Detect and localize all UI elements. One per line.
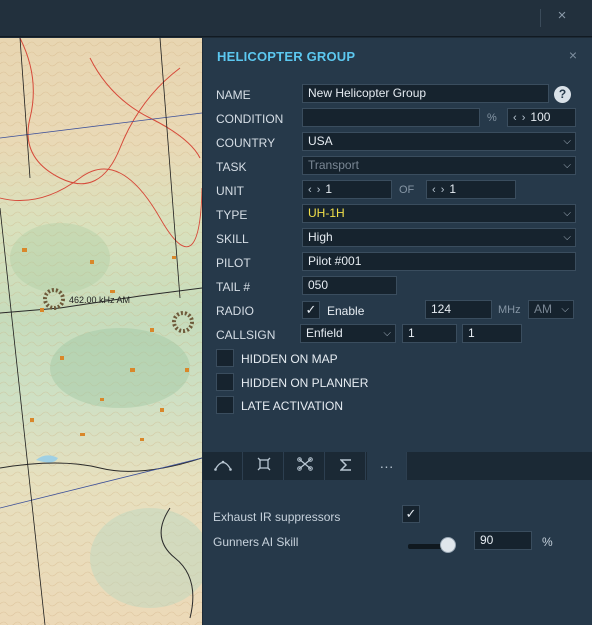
name-input[interactable]: New Helicopter Group: [302, 84, 549, 103]
tab-route[interactable]: [203, 452, 243, 480]
panel-tab-bar: ···: [203, 452, 592, 480]
hidden-on-planner-label: HIDDEN ON PLANNER: [241, 376, 369, 390]
task-value: Transport: [308, 158, 359, 172]
hidden-on-map-label: HIDDEN ON MAP: [241, 352, 338, 366]
top-bar-divider: [540, 9, 541, 27]
callsign-name-select[interactable]: Enfield ⌵: [300, 324, 396, 343]
tail-input[interactable]: 050: [302, 276, 397, 295]
country-select[interactable]: USA ⌵: [302, 132, 576, 151]
tail-label: TAIL #: [216, 280, 251, 294]
radio-unit-label: MHz: [498, 304, 521, 316]
helicopter-group-panel: HELICOPTER GROUP × NAME New Helicopter G…: [203, 38, 592, 625]
condition-percent-stepper[interactable]: ‹ › 100: [507, 108, 576, 127]
window-close-icon[interactable]: ×: [553, 7, 571, 25]
panel-close-icon[interactable]: ×: [565, 47, 581, 63]
unit-label: UNIT: [216, 184, 244, 198]
checkmark-icon: ✓: [405, 506, 417, 521]
top-bar: ×: [0, 0, 592, 37]
type-label: TYPE: [216, 208, 248, 222]
radio-enable-label: Enable: [327, 304, 365, 318]
task-select[interactable]: Transport ⌵: [302, 156, 576, 175]
gunners-ai-skill-label: Gunners AI Skill: [213, 535, 299, 549]
callsign-number2-input[interactable]: 1: [462, 324, 522, 343]
type-value: UH-1H: [308, 206, 345, 220]
skill-select[interactable]: High ⌵: [302, 228, 576, 247]
chevron-down-icon: ⌵: [563, 232, 571, 243]
unit-stepper[interactable]: ‹ › 1: [302, 180, 392, 199]
callsign-label: CALLSIGN: [216, 328, 276, 342]
type-select[interactable]: UH-1H ⌵: [302, 204, 576, 223]
chevron-down-icon: ⌵: [563, 160, 571, 171]
chevron-down-icon: ⌵: [563, 136, 571, 147]
condition-percent-value: 100: [530, 110, 551, 124]
unit-of-label: OF: [399, 184, 415, 196]
tab-payload[interactable]: [285, 452, 325, 480]
radio-modulation-select[interactable]: AM ⌵: [528, 300, 574, 319]
chevron-down-icon: ⌵: [561, 304, 569, 315]
condition-percent-sign: %: [487, 112, 497, 124]
pilot-label: PILOT: [216, 256, 251, 270]
radio-label: RADIO: [216, 304, 255, 318]
country-value: USA: [308, 134, 333, 148]
late-activation-label: LATE ACTIVATION: [241, 399, 344, 413]
payload-icon: [296, 457, 313, 471]
skill-label: SKILL: [216, 232, 249, 246]
tab-summary[interactable]: [326, 452, 366, 480]
condition-input[interactable]: [302, 108, 480, 127]
summary-icon: [338, 459, 351, 471]
help-icon[interactable]: ?: [554, 86, 571, 103]
hidden-on-planner-checkbox[interactable]: [216, 373, 234, 391]
gunners-skill-input[interactable]: 90: [474, 531, 532, 550]
route-icon: [213, 460, 232, 471]
more-icon: ···: [379, 458, 394, 474]
pilot-input[interactable]: Pilot #001: [302, 252, 576, 271]
map-view[interactable]: 462.00 kHz AM: [0, 38, 202, 625]
late-activation-checkbox[interactable]: [216, 396, 234, 414]
target-icon: [257, 457, 270, 471]
checkmark-icon: ✓: [305, 302, 317, 317]
hidden-on-map-checkbox[interactable]: [216, 349, 234, 367]
tab-targets[interactable]: [244, 452, 284, 480]
skill-value: High: [308, 230, 333, 244]
unit-current-value: 1: [325, 182, 333, 196]
condition-label: CONDITION: [216, 112, 284, 126]
radio-enable-checkbox[interactable]: ✓: [302, 301, 320, 319]
radio-frequency-input[interactable]: 124: [425, 300, 492, 319]
callsign-number1-input[interactable]: 1: [402, 324, 457, 343]
stepper-arrows-icon[interactable]: ‹ ›: [432, 184, 445, 196]
task-label: TASK: [216, 160, 247, 174]
exhaust-ir-label: Exhaust IR suppressors: [213, 510, 341, 524]
unit-total-value: 1: [449, 182, 457, 196]
stepper-arrows-icon[interactable]: ‹ ›: [308, 184, 321, 196]
chevron-down-icon: ⌵: [563, 208, 571, 219]
country-label: COUNTRY: [216, 136, 276, 150]
gunners-skill-slider-handle[interactable]: [440, 537, 456, 553]
terrain-map[interactable]: 462.00 kHz AM: [0, 38, 202, 625]
gunners-skill-percent: %: [542, 535, 553, 549]
chevron-down-icon: ⌵: [383, 328, 391, 339]
name-label: NAME: [216, 88, 251, 102]
map-marker-label: 462.00 kHz AM: [69, 295, 130, 305]
panel-title: HELICOPTER GROUP: [217, 49, 356, 64]
unit-total-stepper[interactable]: ‹ › 1: [426, 180, 516, 199]
stepper-arrows-icon[interactable]: ‹ ›: [513, 112, 526, 124]
radio-modulation-value: AM: [534, 302, 552, 316]
callsign-name-value: Enfield: [306, 326, 343, 340]
tab-more[interactable]: ···: [367, 452, 407, 480]
exhaust-ir-checkbox[interactable]: ✓: [402, 505, 420, 523]
